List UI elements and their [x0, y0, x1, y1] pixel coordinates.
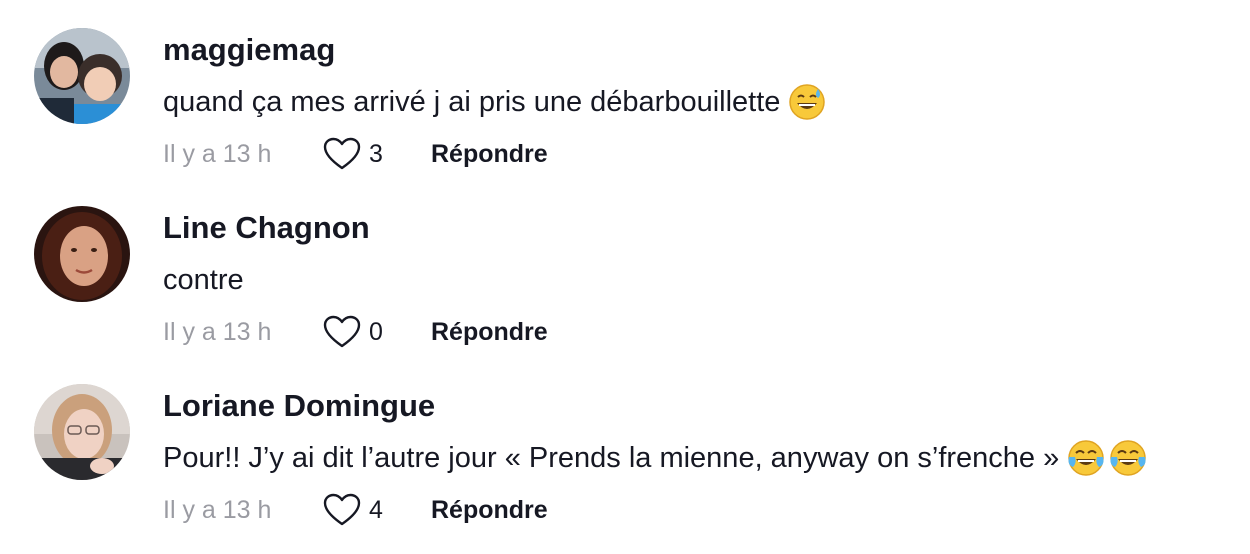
timestamp: Il y a 13 h: [163, 317, 272, 346]
tears-of-joy-emoji: [1067, 439, 1105, 477]
timestamp: Il y a 13 h: [163, 495, 272, 524]
like-button[interactable]: 3: [323, 137, 431, 171]
heart-icon: [323, 493, 361, 526]
avatar[interactable]: [34, 206, 130, 302]
reply-button[interactable]: Répondre: [431, 318, 548, 347]
comment-meta: Il y a 13 h 4 Répondre: [163, 492, 548, 528]
comment-meta: Il y a 13 h 3 Répondre: [163, 136, 548, 172]
username[interactable]: Loriane Domingue: [163, 386, 435, 426]
avatar-photo: [34, 206, 130, 302]
comment-text: Pour!! J’y ai dit l’autre jour « Prends …: [163, 438, 1147, 478]
username[interactable]: maggiemag: [163, 30, 335, 70]
timestamp: Il y a 13 h: [163, 139, 272, 168]
comment-item: Loriane Domingue Pour!! J’y ai dit l’aut…: [0, 356, 1250, 534]
avatar-photo: [34, 384, 130, 480]
heart-icon: [323, 315, 361, 348]
comment-item: maggiemag quand ça mes arrivé j ai pris …: [0, 0, 1250, 178]
like-button[interactable]: 4: [323, 493, 431, 527]
avatar[interactable]: [34, 384, 130, 480]
comment-text: quand ça mes arrivé j ai pris une débarb…: [163, 82, 826, 122]
username[interactable]: Line Chagnon: [163, 208, 370, 248]
avatar[interactable]: [34, 28, 130, 124]
avatar-photo: [34, 28, 130, 124]
like-count: 0: [369, 317, 383, 346]
comment-body: contre: [163, 264, 244, 296]
heart-icon: [323, 137, 361, 170]
comment-body: quand ça mes arrivé j ai pris une débarb…: [163, 86, 781, 118]
comment-text: contre: [163, 260, 244, 300]
grinning-sweat-emoji: [788, 83, 826, 121]
like-count: 3: [369, 139, 383, 168]
tears-of-joy-emoji: [1109, 439, 1147, 477]
like-count: 4: [369, 495, 383, 524]
comment-item: Line Chagnon contre Il y a 13 h 0 Répond…: [0, 178, 1250, 356]
comment-body: Pour!! J’y ai dit l’autre jour « Prends …: [163, 442, 1060, 474]
comment-meta: Il y a 13 h 0 Répondre: [163, 314, 548, 350]
reply-button[interactable]: Répondre: [431, 140, 548, 169]
reply-button[interactable]: Répondre: [431, 496, 548, 525]
like-button[interactable]: 0: [323, 315, 431, 349]
